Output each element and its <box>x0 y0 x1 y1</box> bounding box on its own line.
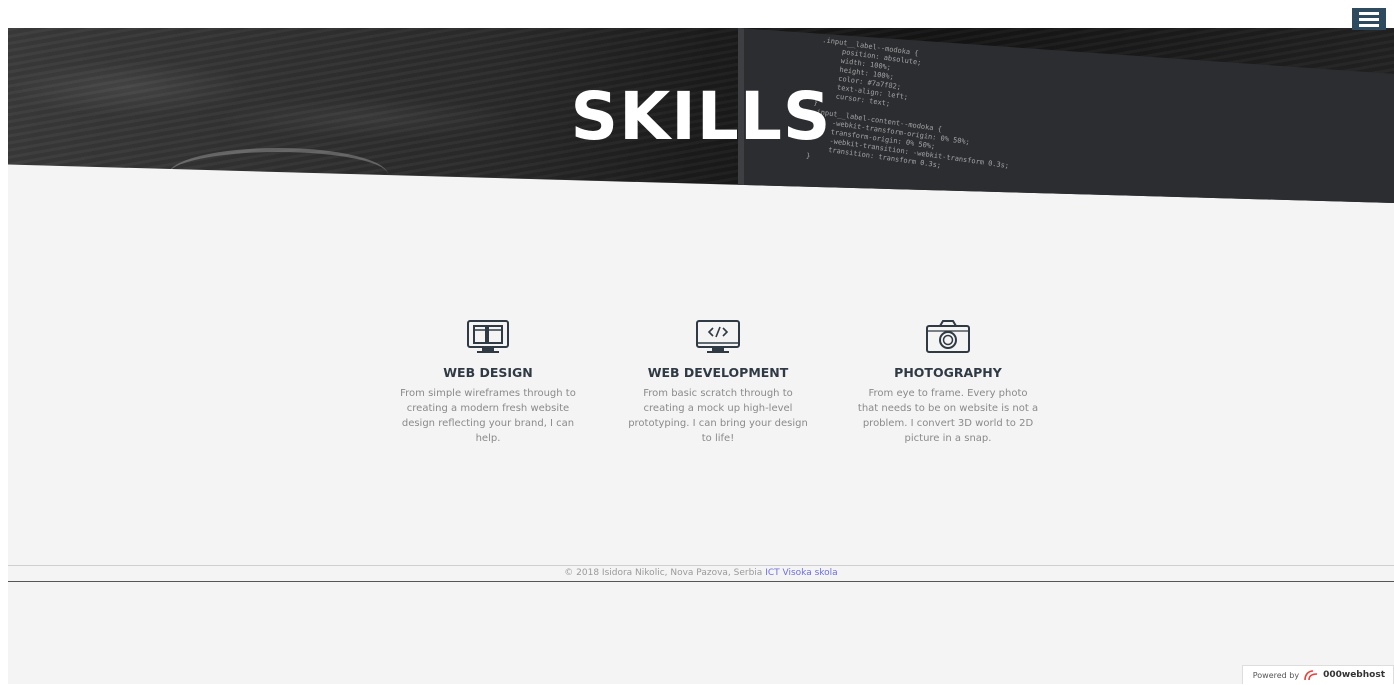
skill-description: From eye to frame. Every photo that need… <box>857 388 1039 444</box>
skill-title: WEB DEVELOPMENT <box>647 365 789 380</box>
skill-title: PHOTOGRAPHY <box>894 365 1002 380</box>
skills-section: WEB DESIGN From simple wireframes throug… <box>388 313 1048 446</box>
camera-icon <box>848 313 1048 355</box>
footer-link[interactable]: ICT Visoka skola <box>765 568 837 578</box>
skill-photography: PHOTOGRAPHY From eye to frame. Every pho… <box>848 313 1048 446</box>
skill-description: From simple wireframes through to creati… <box>400 388 576 444</box>
footer-copyright: © 2018 Isidora Nikolic, Nova Pazova, Ser… <box>564 568 763 578</box>
hamburger-menu-icon[interactable] <box>1352 8 1386 30</box>
top-strip <box>8 8 1394 28</box>
skill-web-development: WEB DEVELOPMENT From basic scratch throu… <box>618 313 818 446</box>
hero-coffee-cup-shape <box>168 148 388 202</box>
page-title: SKILLS <box>570 78 832 155</box>
powered-by-badge[interactable]: Powered by 000webhost <box>1241 665 1394 685</box>
menu-bar <box>1359 11 1379 15</box>
skill-description: From basic scratch through to creating a… <box>628 388 808 444</box>
monitor-code-icon <box>618 313 818 355</box>
footer: © 2018 Isidora Nikolic, Nova Pazova, Ser… <box>8 565 1394 582</box>
page: .input__label--modoka { position: absolu… <box>8 8 1394 684</box>
brand-name: 000webhost <box>1323 670 1385 680</box>
tablet-mobile-icon <box>388 313 588 355</box>
menu-bar <box>1359 23 1379 27</box>
000webhost-logo-icon <box>1303 666 1319 685</box>
powered-by-label: Powered by <box>1252 670 1300 680</box>
skill-web-design: WEB DESIGN From simple wireframes throug… <box>388 313 588 446</box>
skill-title: WEB DESIGN <box>443 365 533 380</box>
menu-bar <box>1359 17 1379 21</box>
hero-banner: .input__label--modoka { position: absolu… <box>8 28 1394 203</box>
